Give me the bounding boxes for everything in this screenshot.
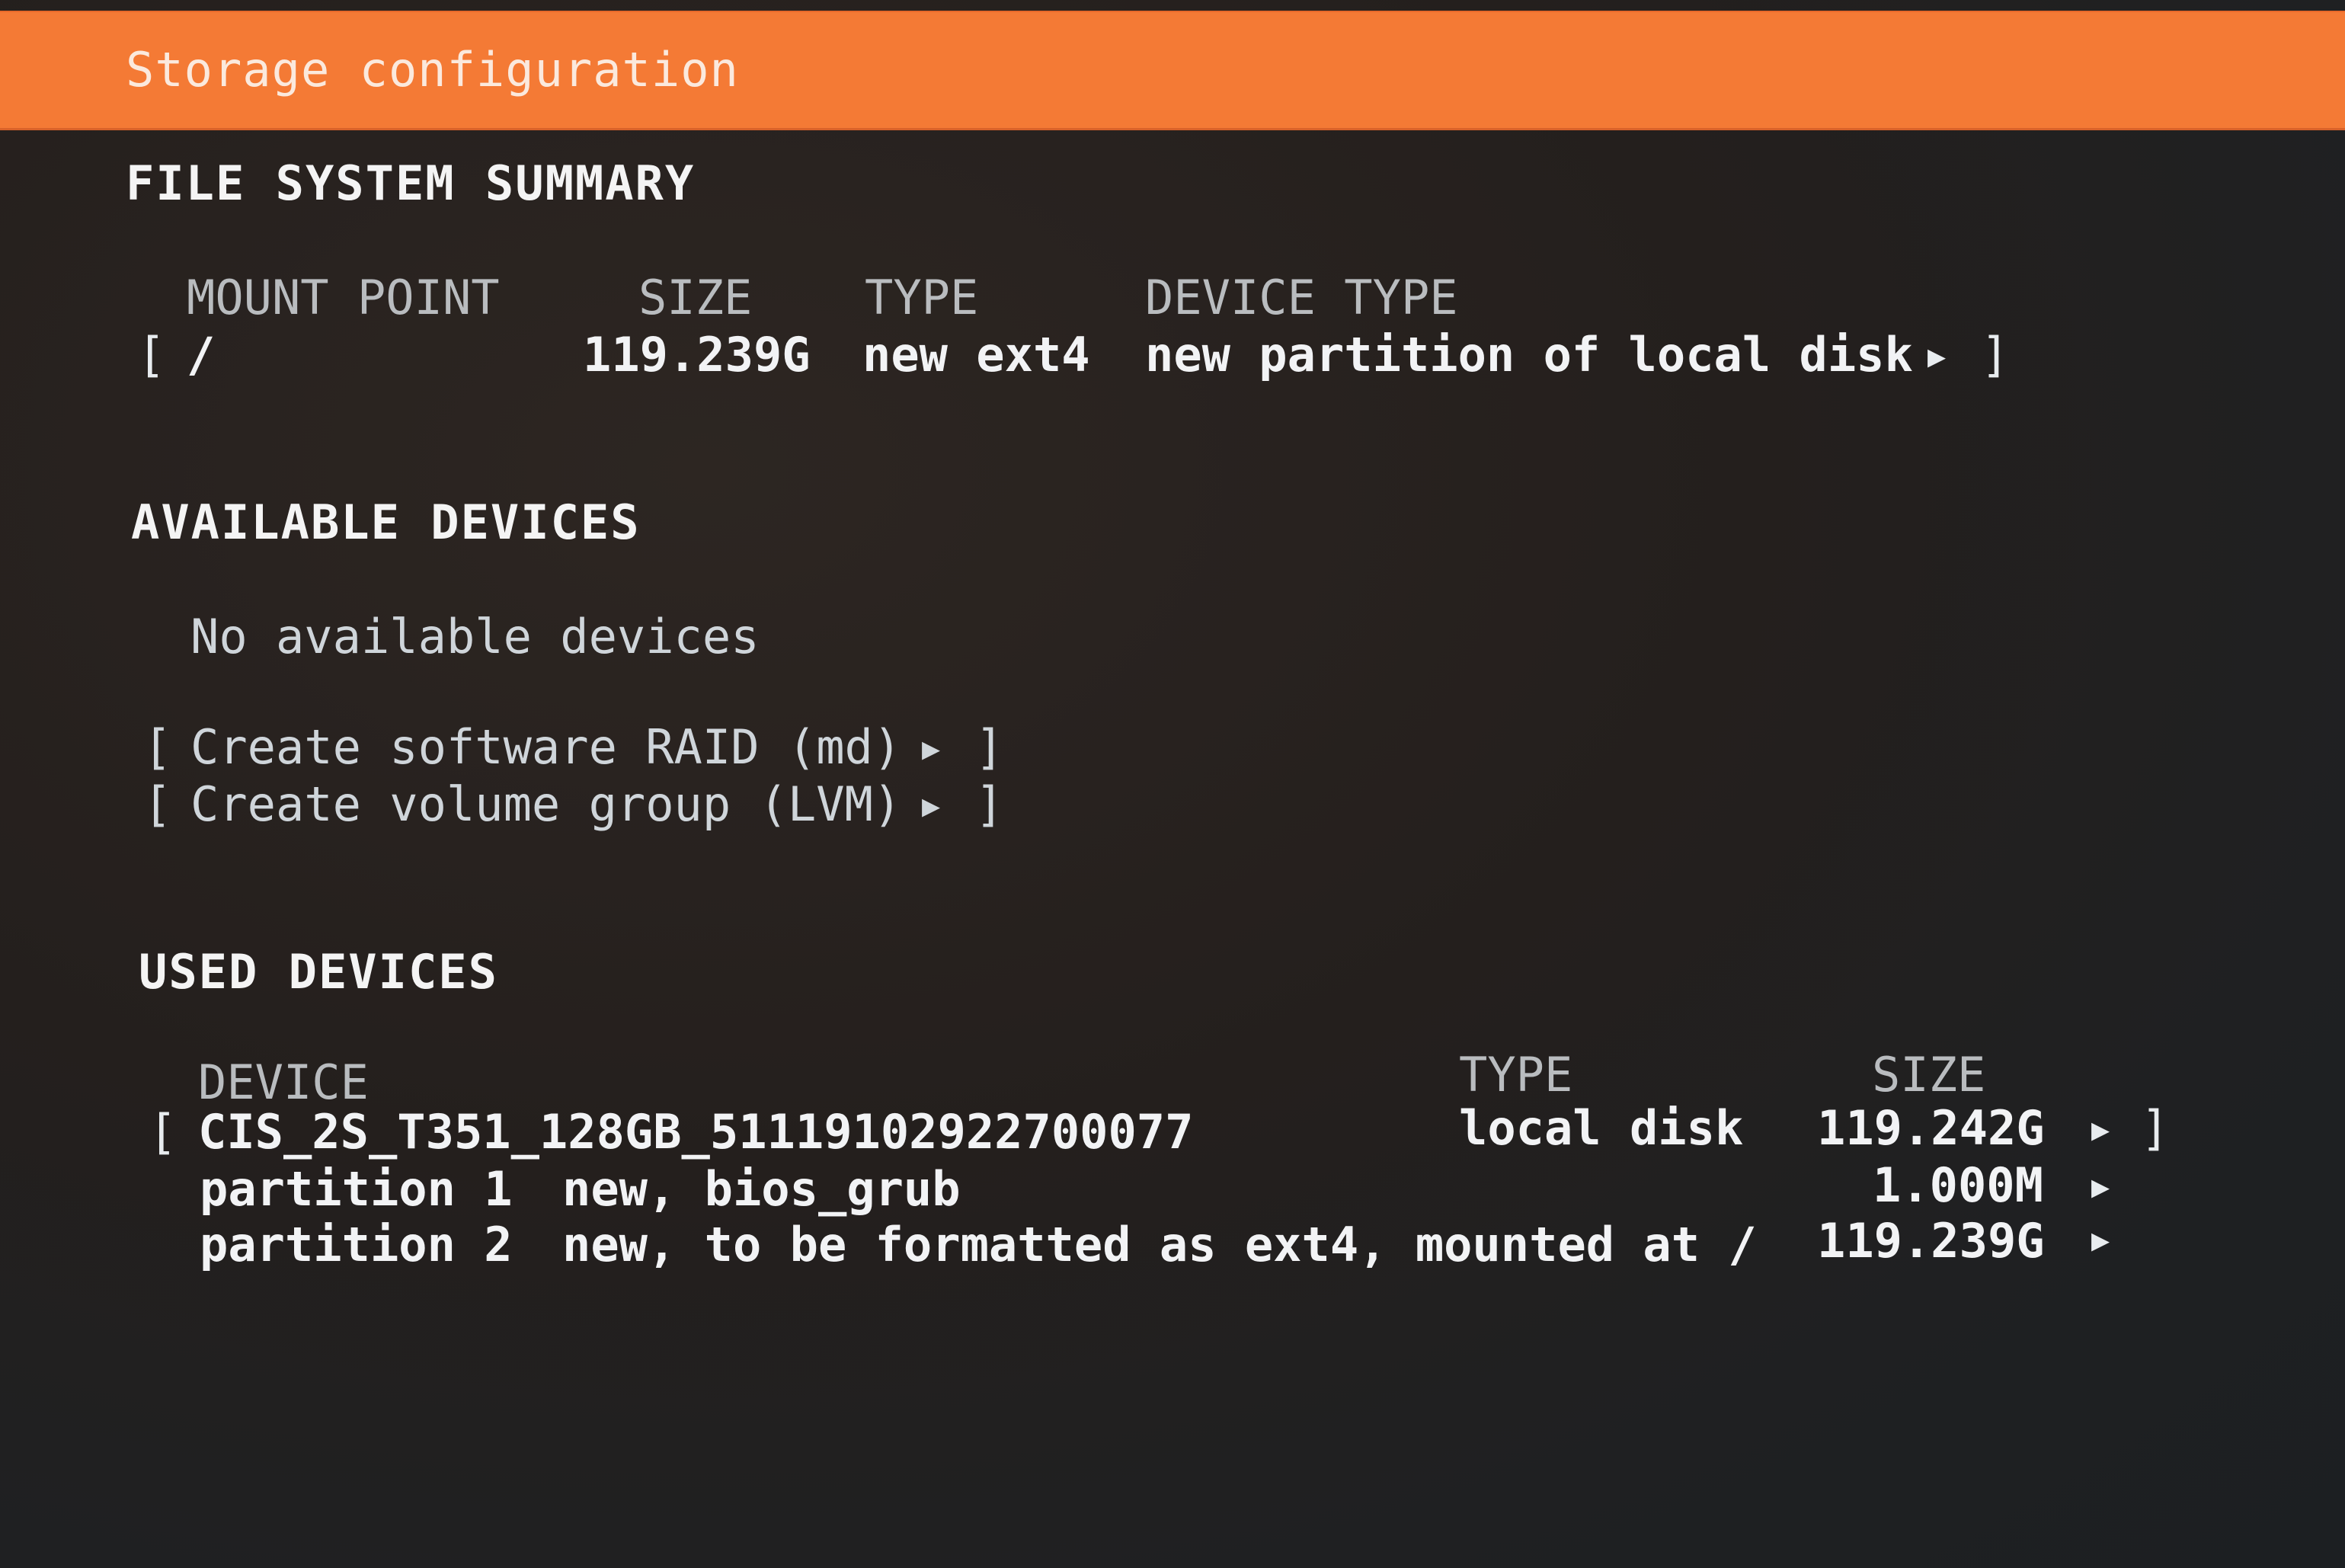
button-close-bracket: ] [975, 776, 1004, 832]
column-header-type: TYPE [865, 270, 979, 325]
submenu-arrow-icon[interactable]: ▶ [1928, 328, 1946, 384]
type-value: new ext4 [862, 327, 1090, 382]
partition-description: new, bios_grub [562, 1161, 961, 1217]
submenu-arrow-icon: ▶ [922, 789, 941, 824]
device-type-value: new partition of local disk [1145, 327, 1913, 382]
submenu-arrow-icon[interactable]: ▶ [2091, 1211, 2110, 1268]
used-devices-heading: USED DEVICES [139, 944, 498, 1000]
filesystem-summary-heading: FILE SYSTEM SUMMARY [126, 155, 696, 211]
header-bar: Storage configuration [0, 11, 2345, 130]
create-software-raid-label: Create software RAID (md) [190, 719, 902, 775]
column-header-mount-point: MOUNT POINT [187, 270, 500, 325]
partition-description: new, to be formatted as ext4, mounted at… [562, 1217, 1757, 1272]
row-open-bracket: [ [137, 327, 166, 382]
submenu-arrow-icon[interactable]: ▶ [2091, 1101, 2110, 1157]
column-header-size: SIZE [1872, 1047, 1986, 1102]
partition-size: 1.000M [1873, 1157, 2043, 1213]
button-open-bracket: [ [143, 719, 172, 775]
submenu-arrow-icon[interactable]: ▶ [2091, 1158, 2110, 1214]
size-value: 119.239G [583, 327, 811, 382]
partition-size: 119.239G [1817, 1213, 2045, 1269]
create-volume-group-label: Create volume group (LVM) [190, 776, 902, 832]
no-available-devices-message: No available devices [190, 609, 760, 664]
column-header-device-type: DEVICE TYPE [1145, 270, 1458, 325]
available-devices-heading: AVAILABLE DEVICES [131, 494, 641, 550]
row-open-bracket: [ [149, 1104, 178, 1160]
submenu-arrow-icon: ▶ [922, 731, 941, 766]
disk-type: local disk [1459, 1100, 1744, 1156]
partition-name: partition 1 [200, 1161, 513, 1217]
button-open-bracket: [ [143, 776, 172, 832]
disk-name: CIS_2S_T351_128GB_51119102922700077 [198, 1104, 1194, 1160]
page-title: Storage configuration [126, 42, 739, 98]
column-header-size: SIZE [638, 270, 753, 325]
column-header-type: TYPE [1459, 1047, 1573, 1102]
row-close-bracket: ] [1981, 327, 2010, 382]
disk-size: 119.242G [1817, 1100, 2045, 1156]
button-close-bracket: ] [975, 719, 1004, 775]
partition-name: partition 2 [200, 1217, 513, 1272]
row-close-bracket: ] [2141, 1100, 2170, 1156]
mount-point-value: / [187, 327, 216, 382]
column-header-device: DEVICE [198, 1054, 369, 1110]
